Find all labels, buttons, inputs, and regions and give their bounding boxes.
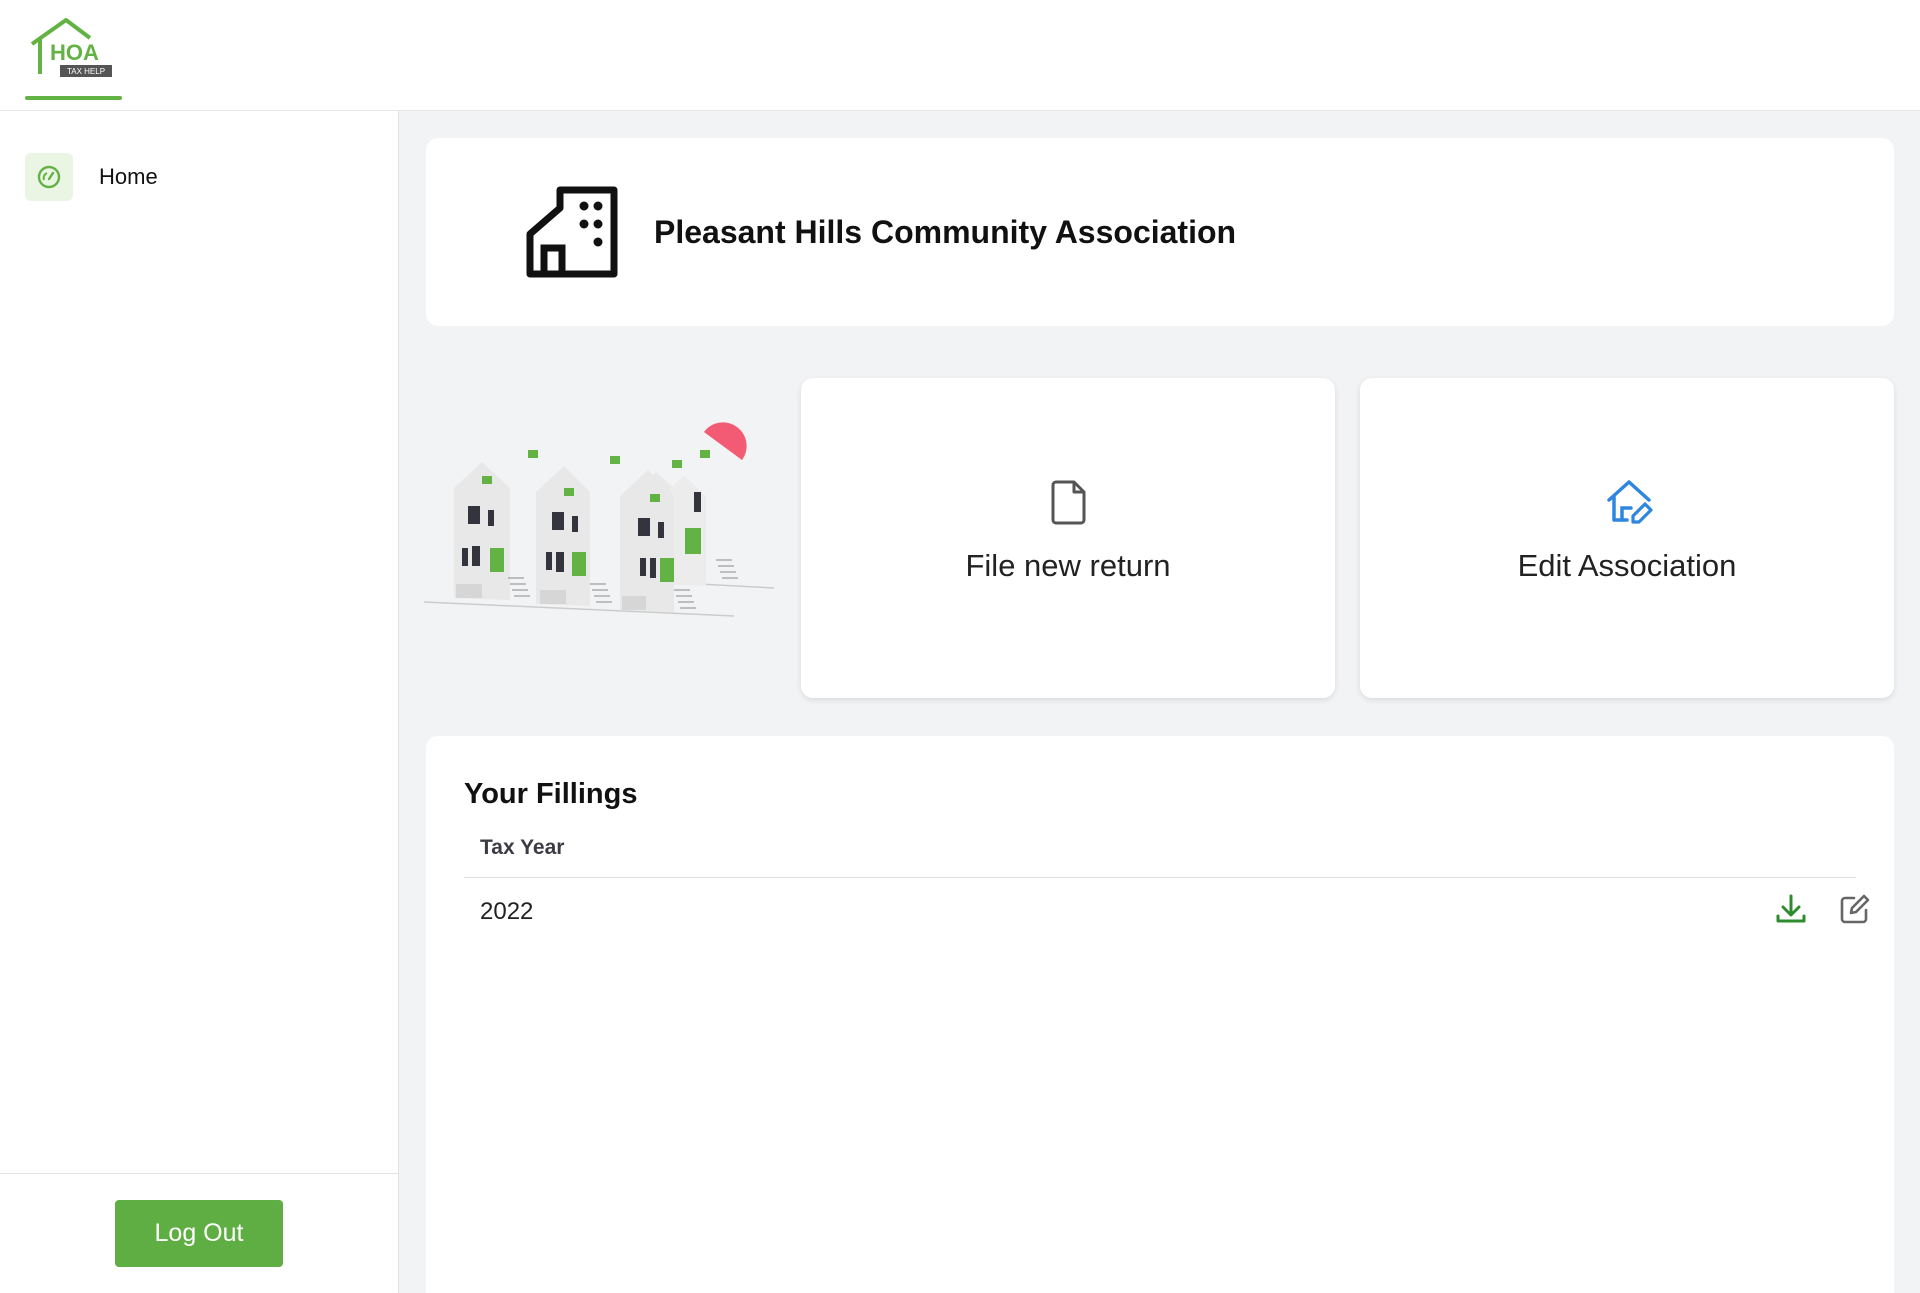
logo-active-underline <box>25 96 122 100</box>
logo-text: HOA <box>50 40 99 65</box>
house-edit-icon <box>1605 478 1653 526</box>
association-name: Pleasant Hills Community Association <box>654 214 1237 250</box>
logo-subtext: TAX HELP <box>67 67 105 76</box>
top-bar: HOA TAX HELP <box>0 0 1920 111</box>
edit-association-card[interactable]: Edit Association <box>1360 378 1894 698</box>
download-icon[interactable] <box>1774 892 1808 926</box>
file-new-return-label: File new return <box>965 548 1171 583</box>
log-out-button[interactable]: Log Out <box>115 1200 283 1267</box>
filings-card: Your Fillings Tax Year 2022 <box>426 736 1894 1293</box>
file-new-return-card[interactable]: File new return <box>801 378 1335 698</box>
edit-association-label: Edit Association <box>1517 548 1737 583</box>
building-icon <box>522 182 622 282</box>
column-header-tax-year: Tax Year <box>480 836 565 859</box>
association-header-card: Pleasant Hills Community Association <box>426 138 1894 326</box>
tax-year-cell: 2022 <box>480 898 534 925</box>
edit-icon[interactable] <box>1838 892 1872 926</box>
sidebar-item-home[interactable]: Home <box>25 153 365 201</box>
hoa-tax-help-logo[interactable]: HOA TAX HELP <box>26 16 122 102</box>
file-icon <box>1046 478 1090 526</box>
sidebar-divider <box>0 1173 399 1174</box>
dashboard-gauge-icon <box>25 153 73 201</box>
table-row: 2022 <box>464 878 1870 940</box>
filings-title: Your Fillings <box>464 778 638 810</box>
sidebar-item-label: Home <box>99 164 158 189</box>
townhouses-illustration <box>423 420 776 626</box>
sidebar: Home Log Out <box>0 111 399 1293</box>
